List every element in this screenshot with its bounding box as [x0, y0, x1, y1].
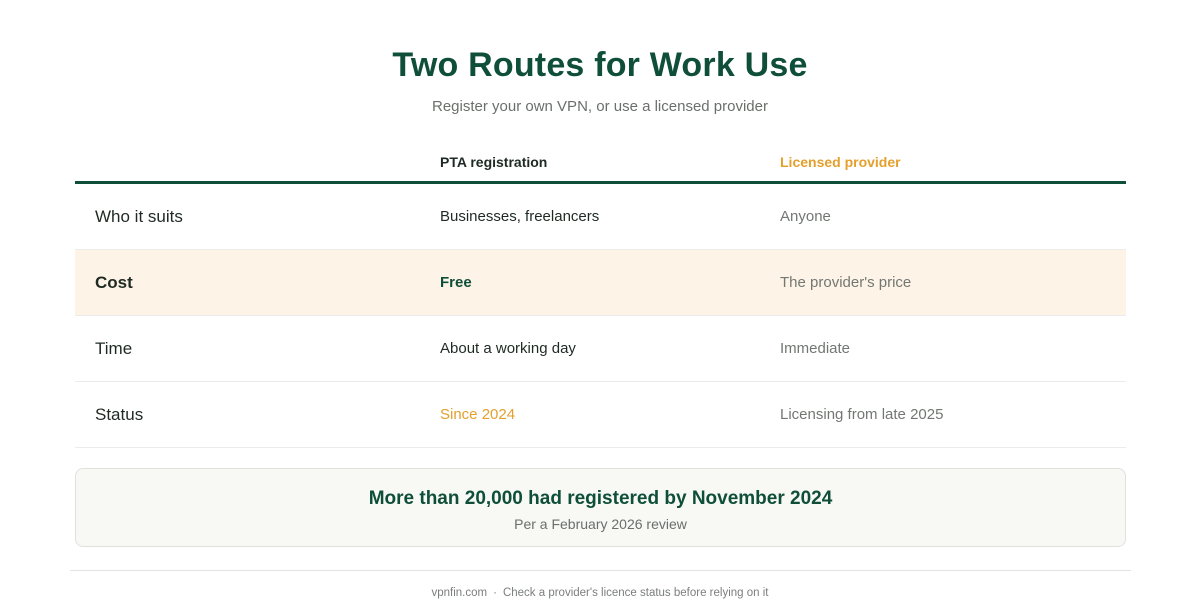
provider-cell: Licensing from late 2025	[780, 406, 944, 423]
footer-site: vpnfin.com	[431, 587, 488, 599]
page-title: Two Routes for Work Use	[392, 46, 808, 84]
pta-cell: Free	[440, 274, 472, 291]
row-label: Cost	[95, 273, 133, 292]
pta-cell: About a working day	[440, 340, 576, 357]
page-subtitle: Register your own VPN, or use a licensed…	[432, 98, 768, 115]
footer: vpnfin.com · Check a provider's licence st…	[0, 587, 1200, 599]
footer-disclaimer: Check a provider's licence status before…	[502, 587, 769, 599]
table-row-status: Status Since 2024 Licensing from late 20…	[75, 382, 1126, 448]
footer-divider	[70, 570, 1131, 571]
provider-cell: Anyone	[780, 208, 831, 225]
table-row-who-it-suits: Who it suits Businesses, freelancers Any…	[75, 184, 1126, 250]
pta-cell: Since 2024	[440, 406, 516, 423]
table-header: PTA registration Licensed provider	[75, 143, 1126, 184]
table-row-time: Time About a working day Immediate	[75, 316, 1126, 382]
provider-cell: The provider's price	[780, 274, 912, 291]
row-label: Status	[95, 405, 144, 424]
row-label: Time	[95, 339, 133, 358]
footer-separator: ·	[493, 587, 497, 599]
provider-cell: Immediate	[780, 340, 851, 357]
note-headline: More than 20,000 had registered by Novem…	[368, 488, 833, 509]
row-label: Who it suits	[95, 207, 183, 226]
registration-note-box: More than 20,000 had registered by Novem…	[75, 468, 1126, 547]
pta-cell: Businesses, freelancers	[440, 208, 600, 225]
table-row-cost: Cost Free The provider's price	[75, 250, 1126, 316]
comparison-table: PTA registration Licensed provider Who i…	[75, 143, 1126, 448]
column-header-pta-registration: PTA registration	[440, 154, 548, 170]
column-header-licensed-provider: Licensed provider	[780, 154, 901, 170]
note-source: Per a February 2026 review	[514, 516, 687, 532]
